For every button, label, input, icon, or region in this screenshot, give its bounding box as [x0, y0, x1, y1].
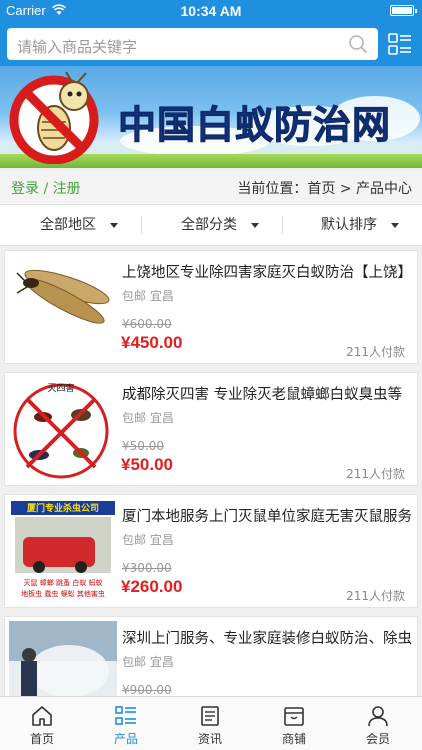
thumbnail-footer-1: 灭鼠 蟑螂 跳蚤 白蚁 蚂蚁	[24, 578, 103, 587]
breadcrumb-bar: 登录 / 注册 当前位置：首页 > 产品中心	[0, 170, 422, 204]
banner-title: 中国白蚁防治网	[117, 103, 392, 148]
product-tags: 包邮 宜昌	[122, 655, 174, 669]
chevron-down-icon	[251, 222, 259, 228]
list-icon	[115, 706, 136, 725]
product-tags: 包邮 宜昌	[122, 289, 174, 303]
category-menu-icon[interactable]	[388, 32, 412, 56]
battery-icon	[390, 5, 417, 16]
store-icon	[284, 707, 304, 726]
thumbnail-caption: 灭四害	[47, 382, 74, 394]
product-title: 成都除灭四害 专业除灭老鼠蟑螂白蚁臭虫等	[122, 387, 403, 403]
tab-home-label: 首页	[29, 732, 54, 746]
region-filter-label: 全部地区	[40, 217, 96, 233]
chevron-down-icon	[391, 222, 399, 228]
sales-count: 211人付款	[346, 467, 405, 481]
product-thumbnail: 厦门专业杀虫公司 灭鼠 蟑螂 跳蚤 白蚁 蚂蚁 地板虫 蠹虫 蜈蚣 其他害虫	[9, 499, 117, 603]
site-banner[interactable]: 中国白蚁防治网	[0, 66, 422, 168]
product-thumbnail	[9, 255, 117, 359]
search-placeholder: 请输入商品关键字	[17, 38, 138, 56]
original-price: ¥50.00	[122, 439, 164, 453]
category-filter[interactable]: 全部分类	[181, 205, 259, 245]
sales-count: 211人付款	[346, 589, 405, 603]
home-icon	[32, 706, 52, 726]
sales-count: 211人付款	[346, 345, 405, 359]
product-card[interactable]: 上饶地区专业除四害家庭灭白蚁防治【上饶】 包邮 宜昌 ¥600.00 ¥450.…	[4, 250, 418, 364]
tab-member-label: 会员	[365, 732, 390, 746]
product-card[interactable]: 灭四害 成都除灭四害 专业除灭老鼠蟑螂白蚁臭虫等 包邮 宜昌 ¥50.00 ¥5…	[4, 372, 418, 486]
tab-products[interactable]: 产品	[84, 697, 168, 750]
status-bar: Carrier 10:34 AM	[0, 0, 422, 22]
sale-price: ¥50.00	[121, 455, 173, 474]
clock: 10:34 AM	[180, 3, 242, 19]
filter-bar: 全部地区 全部分类 默认排序	[0, 204, 422, 246]
login-register-link[interactable]: 登录 / 注册	[11, 178, 81, 198]
sale-price: ¥260.00	[121, 577, 183, 596]
sort-filter[interactable]: 默认排序	[321, 205, 399, 245]
thumbnail-footer-2: 地板虫 蠹虫 蜈蚣 其他害虫	[21, 589, 105, 598]
sort-filter-label: 默认排序	[321, 217, 377, 233]
thumbnail-header: 厦门专业杀虫公司	[27, 502, 99, 514]
user-icon	[368, 706, 388, 727]
product-title: 厦门本地服务上门灭鼠单位家庭无害灭鼠服务	[122, 509, 412, 525]
sale-price: ¥450.00	[121, 333, 183, 352]
tab-products-label: 产品	[113, 732, 138, 746]
product-card[interactable]: 厦门专业杀虫公司 灭鼠 蟑螂 跳蚤 白蚁 蚂蚁 地板虫 蠹虫 蜈蚣 其他害虫 厦…	[4, 494, 418, 608]
chevron-down-icon	[110, 222, 118, 228]
news-icon	[201, 706, 219, 726]
region-filter[interactable]: 全部地区	[40, 205, 118, 245]
product-title: 上饶地区专业除四害家庭灭白蚁防治【上饶】	[122, 265, 412, 281]
bottom-tab-bar: 首页 产品 资讯 商铺 会员	[0, 696, 422, 750]
tab-store[interactable]: 商铺	[252, 697, 336, 750]
original-price: ¥900.00	[122, 683, 172, 697]
tab-member[interactable]: 会员	[336, 697, 420, 750]
tab-store-label: 商铺	[281, 732, 306, 746]
original-price: ¥600.00	[122, 317, 172, 331]
tab-news-label: 资讯	[197, 732, 222, 746]
product-thumbnail: 灭四害	[9, 377, 117, 481]
tab-news[interactable]: 资讯	[168, 697, 252, 750]
tab-home[interactable]: 首页	[0, 697, 84, 750]
original-price: ¥300.00	[122, 561, 172, 575]
product-tags: 包邮 宜昌	[122, 533, 174, 547]
product-tags: 包邮 宜昌	[122, 411, 174, 425]
breadcrumb: 当前位置：首页 > 产品中心	[237, 181, 412, 197]
search-icon[interactable]	[348, 34, 368, 54]
search-input[interactable]: 请输入商品关键字	[7, 28, 378, 60]
app-header: Carrier 10:34 AM 请输入商品关键字	[0, 0, 422, 66]
category-filter-label: 全部分类	[181, 217, 237, 233]
product-title: 深圳上门服务、专业家庭装修白蚁防治、除虫	[122, 631, 412, 647]
no-termite-logo	[9, 71, 99, 164]
